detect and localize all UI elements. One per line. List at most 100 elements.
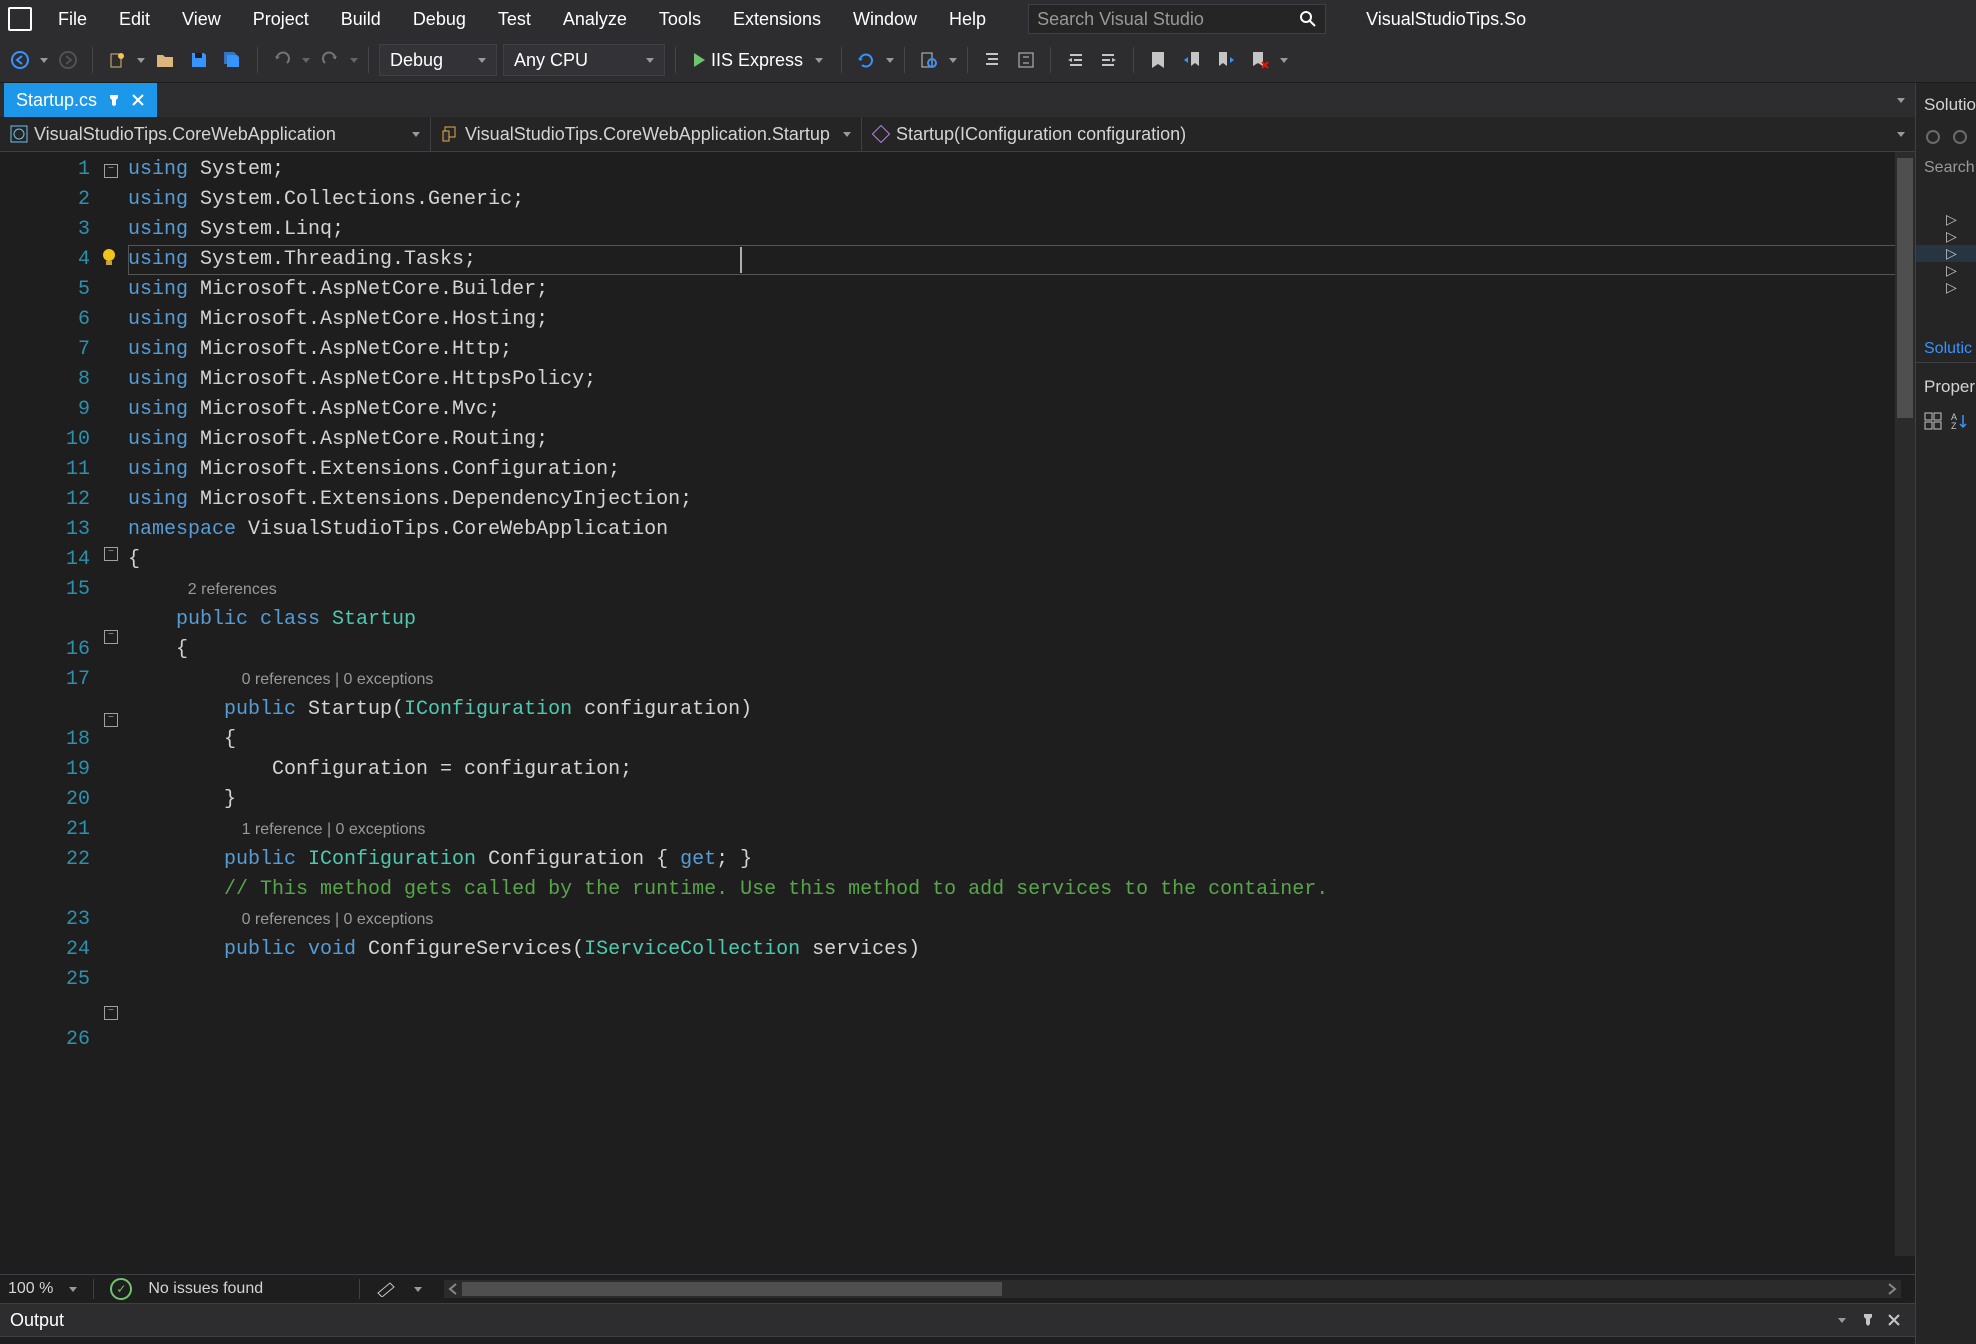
clear-bookmark-button[interactable]	[1246, 46, 1274, 74]
menu-debug[interactable]: Debug	[399, 5, 480, 34]
undo-chevron-icon[interactable]	[302, 58, 310, 63]
redo-button[interactable]	[316, 46, 344, 74]
menu-tools[interactable]: Tools	[645, 5, 715, 34]
code-line[interactable]: public void ConfigureServices(IServiceCo…	[128, 935, 1915, 965]
tree-item[interactable]: ▷	[1916, 228, 1976, 245]
scroll-left-icon[interactable]	[447, 1282, 459, 1296]
nav-back-button[interactable]	[6, 46, 34, 74]
undo-button[interactable]	[268, 46, 296, 74]
run-button[interactable]: IIS Express	[686, 50, 831, 71]
codelens[interactable]: 0 references | 0 exceptions	[128, 905, 1915, 935]
platform-dropdown[interactable]: Any CPU	[503, 44, 665, 76]
code-line[interactable]: using Microsoft.AspNetCore.Builder;	[128, 275, 1915, 305]
fold-toggle[interactable]: −	[104, 630, 118, 644]
toolbar-overflow-chevron-icon[interactable]	[1280, 58, 1288, 63]
fold-column[interactable]: −−−−−	[104, 152, 128, 1274]
uncomment-button[interactable]	[1012, 46, 1040, 74]
indent-left-button[interactable]	[1061, 46, 1089, 74]
vertical-scrollbar[interactable]	[1895, 152, 1915, 1256]
code-line[interactable]: }	[128, 785, 1915, 815]
panel-dropdown-icon[interactable]	[1831, 1309, 1853, 1331]
code-line[interactable]: using Microsoft.Extensions.Configuration…	[128, 455, 1915, 485]
code-line[interactable]: {	[128, 635, 1915, 665]
output-panel-titlebar[interactable]: Output	[0, 1303, 1915, 1336]
close-icon[interactable]	[131, 93, 145, 107]
code-line[interactable]: using Microsoft.Extensions.DependencyInj…	[128, 485, 1915, 515]
prev-bookmark-button[interactable]	[1178, 46, 1206, 74]
panel-close-icon[interactable]	[1883, 1309, 1905, 1331]
fold-toggle[interactable]: −	[104, 1006, 118, 1020]
code-line[interactable]: {	[128, 545, 1915, 575]
menu-project[interactable]: Project	[239, 5, 323, 34]
redo-chevron-icon[interactable]	[350, 58, 358, 63]
search-box[interactable]: Search Visual Studio	[1028, 4, 1326, 34]
open-file-button[interactable]	[151, 46, 179, 74]
menu-build[interactable]: Build	[327, 5, 395, 34]
browser-refresh-button[interactable]	[852, 46, 880, 74]
comment-out-button[interactable]	[978, 46, 1006, 74]
menu-extensions[interactable]: Extensions	[719, 5, 835, 34]
menu-file[interactable]: File	[44, 5, 101, 34]
code-editor[interactable]: 1234567891011121314151617181920212223242…	[0, 152, 1915, 1274]
codelens[interactable]: 2 references	[128, 575, 1915, 605]
nav-forward-button[interactable]	[54, 46, 82, 74]
project-dropdown[interactable]: VisualStudioTips.CoreWebApplication	[0, 117, 431, 151]
pin-icon[interactable]	[107, 93, 121, 107]
menu-window[interactable]: Window	[839, 5, 931, 34]
code-line[interactable]: public class Startup	[128, 605, 1915, 635]
tree-item[interactable]: ▷	[1916, 211, 1976, 228]
solution-search[interactable]: Search	[1916, 155, 1976, 181]
find-in-files-button[interactable]	[915, 46, 943, 74]
codelens[interactable]: 1 reference | 0 exceptions	[128, 815, 1915, 845]
nav-back-chevron-icon[interactable]	[40, 58, 48, 63]
menu-help[interactable]: Help	[935, 5, 1000, 34]
refresh-button[interactable]	[1949, 123, 1970, 151]
type-dropdown[interactable]: VisualStudioTips.CoreWebApplication.Star…	[431, 117, 862, 151]
code-line[interactable]: using Microsoft.AspNetCore.Mvc;	[128, 395, 1915, 425]
bookmark-button[interactable]	[1144, 46, 1172, 74]
code-line[interactable]: using System.Linq;	[128, 215, 1915, 245]
zoom-level[interactable]: 100 %	[8, 1280, 53, 1298]
find-chevron-icon[interactable]	[949, 58, 957, 63]
member-dropdown[interactable]: Startup(IConfiguration configuration)	[862, 117, 1915, 151]
browser-chevron-icon[interactable]	[886, 58, 894, 63]
categorize-button[interactable]	[1922, 407, 1944, 435]
menu-test[interactable]: Test	[484, 5, 545, 34]
highlighter-icon[interactable]	[376, 1281, 398, 1297]
fold-toggle[interactable]: −	[104, 547, 118, 561]
code-line[interactable]: public Startup(IConfiguration configurat…	[128, 695, 1915, 725]
code-line[interactable]: namespace VisualStudioTips.CoreWebApplic…	[128, 515, 1915, 545]
issues-label[interactable]: No issues found	[148, 1280, 263, 1298]
new-file-chevron-icon[interactable]	[137, 58, 145, 63]
code-line[interactable]: Configuration = configuration;	[128, 755, 1915, 785]
code-line[interactable]: using Microsoft.AspNetCore.HttpsPolicy;	[128, 365, 1915, 395]
zoom-chevron-icon[interactable]	[69, 1287, 77, 1292]
menu-edit[interactable]: Edit	[105, 5, 164, 34]
indent-right-button[interactable]	[1095, 46, 1123, 74]
code-line[interactable]: using System.Threading.Tasks;	[128, 245, 1915, 275]
code-line[interactable]: using Microsoft.AspNetCore.Http;	[128, 335, 1915, 365]
menu-analyze[interactable]: Analyze	[549, 5, 641, 34]
home-button[interactable]	[1922, 123, 1943, 151]
tree-item[interactable]: ▷	[1916, 262, 1976, 279]
fold-toggle[interactable]: −	[104, 713, 118, 727]
save-button[interactable]	[185, 46, 213, 74]
sort-az-button[interactable]: AZ	[1948, 407, 1970, 435]
scroll-right-icon[interactable]	[1886, 1282, 1898, 1296]
tree-item[interactable]: ▷	[1916, 279, 1976, 296]
highlighter-chevron-icon[interactable]	[414, 1287, 422, 1292]
tree-item-selected[interactable]: ▷	[1916, 245, 1976, 262]
code-line[interactable]: using System;	[128, 155, 1915, 185]
code-line[interactable]: // This method gets called by the runtim…	[128, 875, 1915, 905]
codelens[interactable]: 0 references | 0 exceptions	[128, 665, 1915, 695]
new-file-button[interactable]	[103, 46, 131, 74]
code-line[interactable]: using Microsoft.AspNetCore.Hosting;	[128, 305, 1915, 335]
panel-pin-icon[interactable]	[1857, 1309, 1879, 1331]
next-bookmark-button[interactable]	[1212, 46, 1240, 74]
tab-overflow-chevron-icon[interactable]	[1897, 98, 1905, 103]
code-line[interactable]: public IConfiguration Configuration { ge…	[128, 845, 1915, 875]
code-line[interactable]: using System.Collections.Generic;	[128, 185, 1915, 215]
config-dropdown[interactable]: Debug	[379, 44, 497, 76]
solution-explorer-tab[interactable]: Solutic	[1916, 336, 1976, 362]
document-tab-startup[interactable]: Startup.cs	[4, 83, 157, 117]
